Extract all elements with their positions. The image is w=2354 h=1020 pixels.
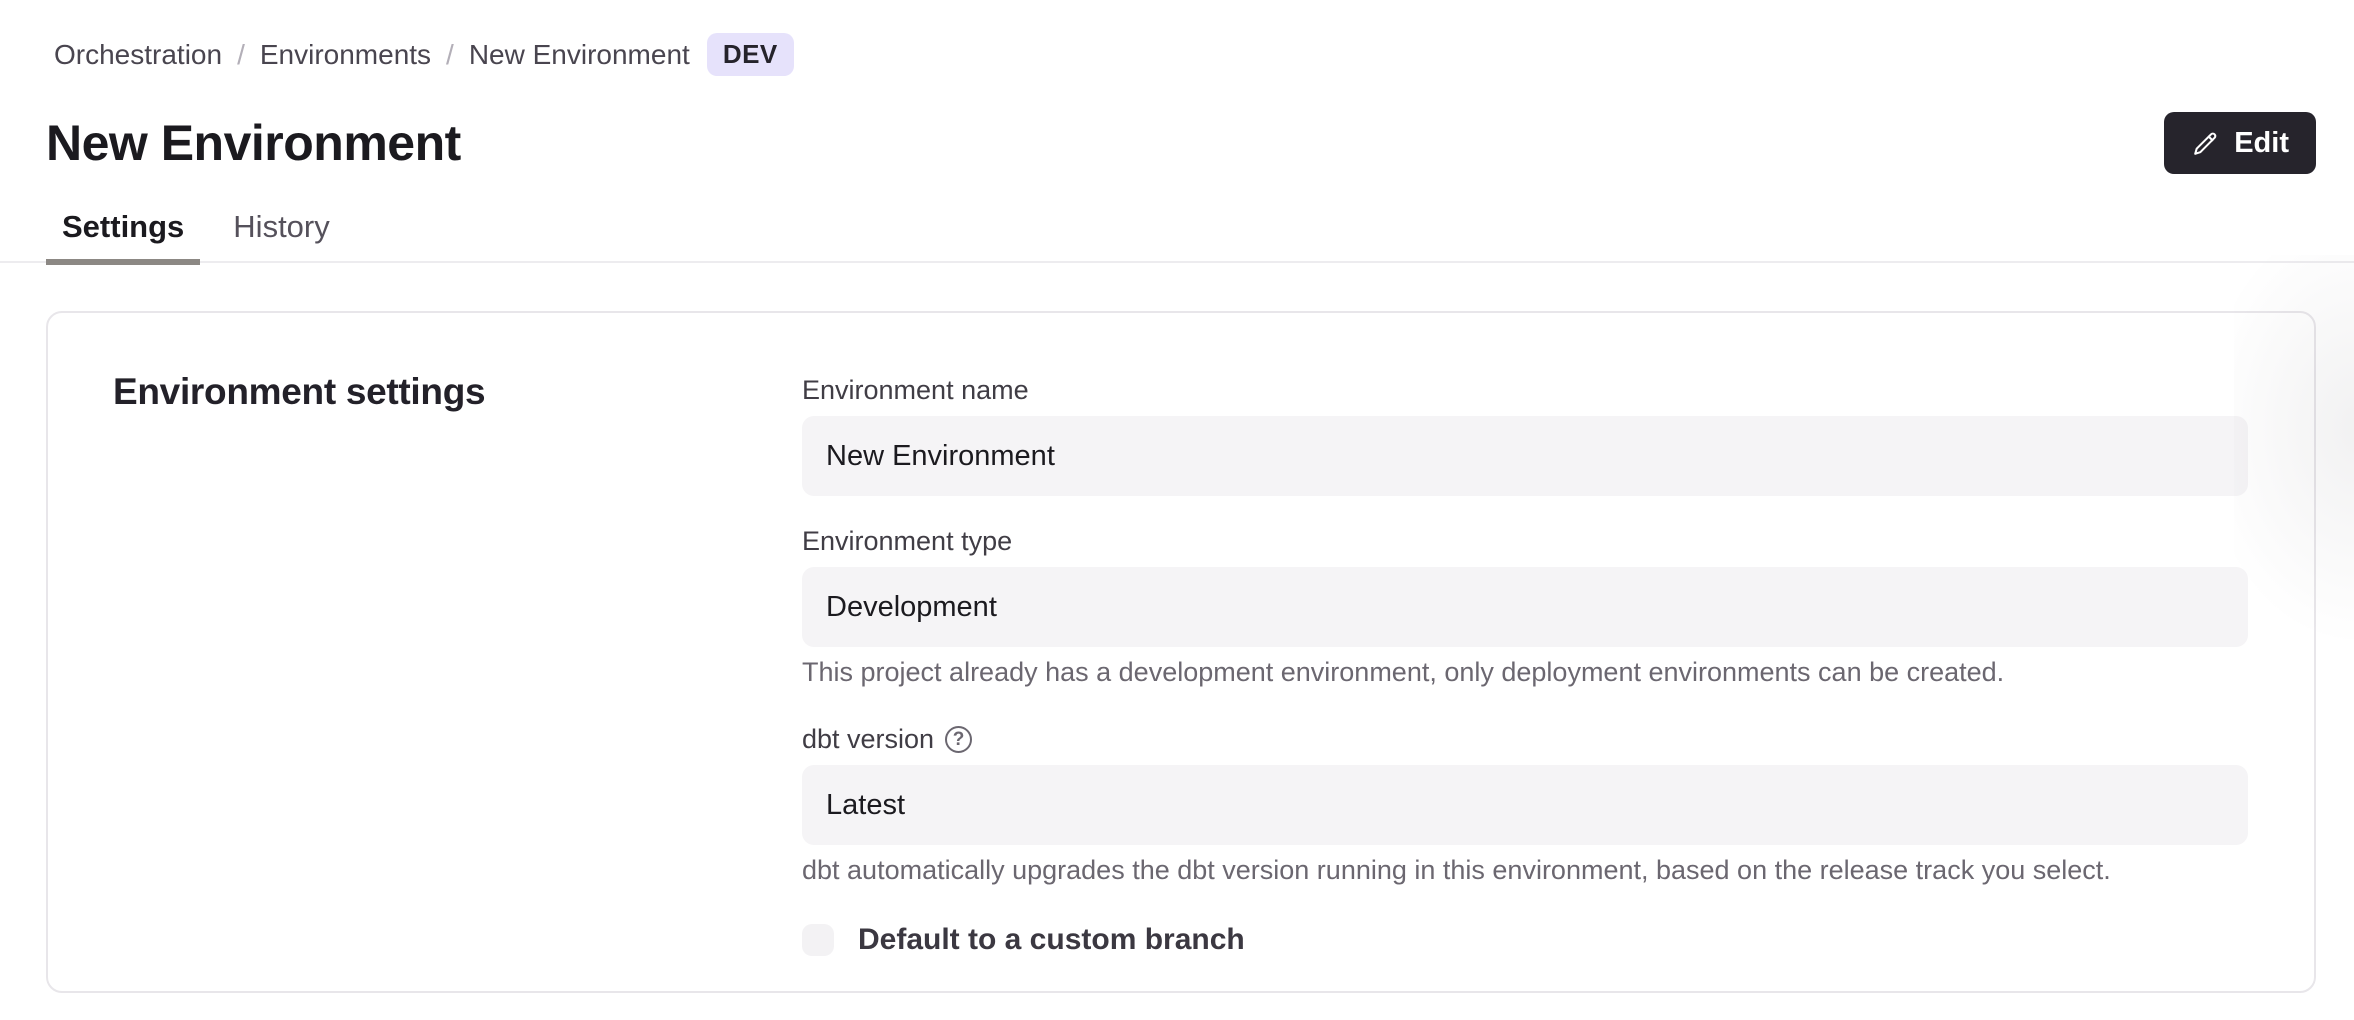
default-custom-branch-label: Default to a custom branch [858,923,1245,957]
breadcrumb-separator: / [237,39,245,71]
dbt-version-field: dbt version ? dbt automatically upgrades… [802,724,2248,886]
pencil-icon [2191,129,2220,158]
tab-settings[interactable]: Settings [46,204,200,265]
environment-name-field: Environment name [802,375,2248,496]
page-title: New Environment [46,113,461,173]
dbt-version-label-row: dbt version ? [802,724,2248,755]
default-custom-branch-row: Default to a custom branch [802,923,2248,957]
dbt-version-input[interactable] [802,765,2248,845]
environment-type-input[interactable] [802,567,2248,647]
breadcrumb-item-current[interactable]: New Environment [469,39,690,71]
dbt-version-helper-text: dbt automatically upgrades the dbt versi… [802,854,2248,886]
env-dev-badge: DEV [707,33,794,76]
edit-button[interactable]: Edit [2164,112,2316,174]
breadcrumb-item-environments[interactable]: Environments [260,39,431,71]
breadcrumb-separator: / [446,39,454,71]
dbt-version-label: dbt version [802,724,934,755]
environment-settings-form: Environment name Environment type This p… [802,313,2314,991]
environment-settings-card: Environment settings Environment name En… [46,311,2316,993]
card-heading-column: Environment settings [48,313,802,991]
environment-name-input[interactable] [802,416,2248,496]
breadcrumb: Orchestration / Environments / New Envir… [0,0,2354,76]
default-custom-branch-checkbox[interactable] [802,924,834,956]
title-bar: New Environment Edit [0,112,2354,174]
breadcrumb-item-orchestration[interactable]: Orchestration [54,39,222,71]
tab-settings-label: Settings [62,209,184,244]
tab-bar: Settings History [0,204,2354,263]
tab-history[interactable]: History [217,204,345,265]
help-icon[interactable]: ? [945,726,972,753]
environment-type-label: Environment type [802,526,2248,557]
edit-button-label: Edit [2234,127,2289,160]
environment-type-field: Environment type This project already ha… [802,526,2248,688]
tab-history-label: History [233,209,329,244]
environment-name-label: Environment name [802,375,2248,406]
environment-type-helper-text: This project already has a development e… [802,656,2248,688]
card-heading: Environment settings [113,371,802,413]
